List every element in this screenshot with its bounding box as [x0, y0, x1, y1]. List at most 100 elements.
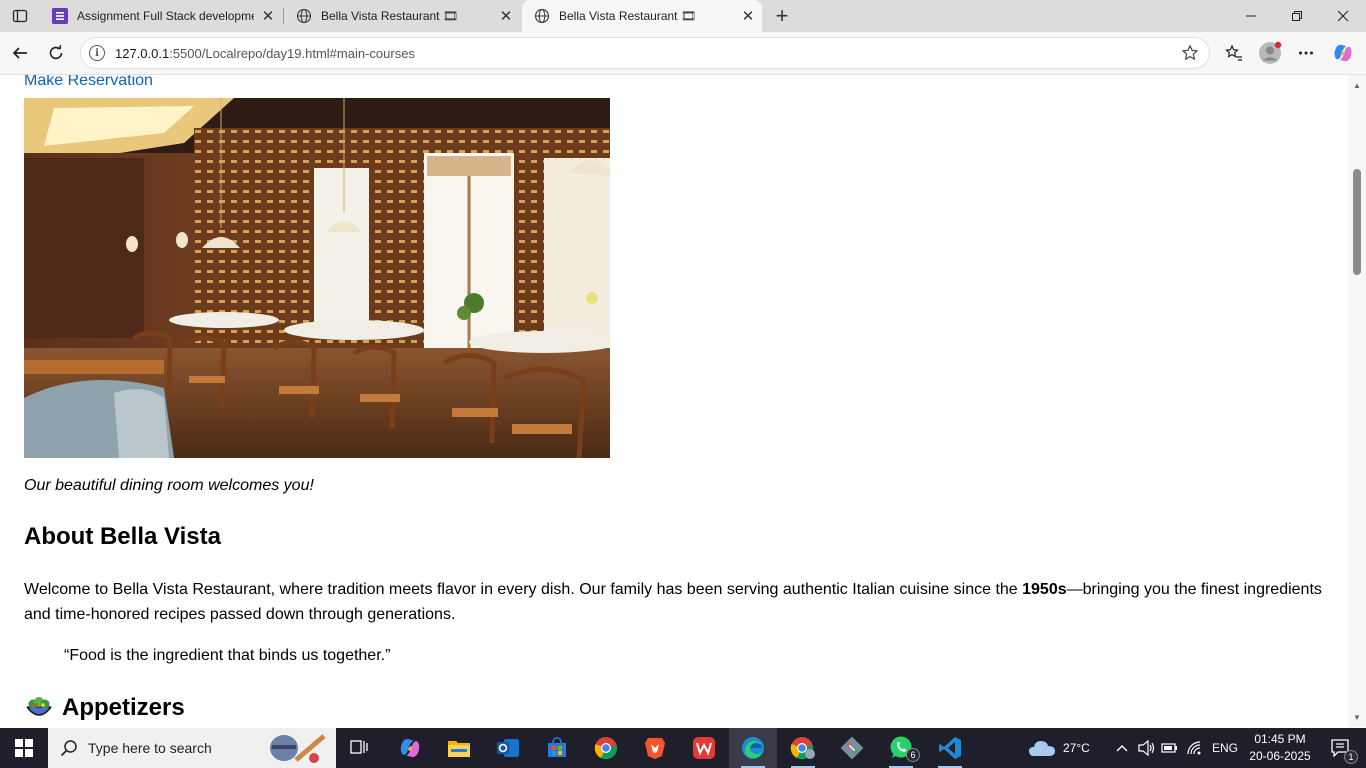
- language-indicator[interactable]: ENG: [1212, 728, 1238, 768]
- system-clock[interactable]: 01:45 PM 20-06-2025: [1244, 731, 1316, 765]
- brave-icon: [645, 738, 665, 759]
- taskbar-wps-office[interactable]: [680, 728, 728, 768]
- tab-actions-icon: [12, 9, 28, 23]
- browser-toolbar: i 127.0.0.1:5500/Localrepo/day19.html#ma…: [0, 32, 1366, 75]
- chevron-up-icon: [1116, 745, 1128, 752]
- favorite-star-icon[interactable]: [1181, 44, 1199, 62]
- tab-actions-button[interactable]: [0, 0, 40, 32]
- minimize-icon: [1246, 15, 1256, 17]
- address-bar[interactable]: i 127.0.0.1:5500/Localrepo/day19.html#ma…: [80, 37, 1210, 69]
- taskbar-brave[interactable]: [631, 728, 679, 768]
- cloud-icon: [1029, 741, 1055, 756]
- new-tab-button[interactable]: +: [768, 2, 796, 30]
- favorites-icon: [1225, 44, 1242, 61]
- founding-decade: 1950s: [1022, 581, 1067, 598]
- vertical-scrollbar[interactable]: ▲ ▼: [1348, 75, 1366, 727]
- close-icon: [1337, 10, 1349, 22]
- profile-button[interactable]: [1255, 38, 1285, 68]
- site-info-icon[interactable]: i: [89, 45, 105, 61]
- refresh-icon: [49, 45, 63, 60]
- battery-button[interactable]: [1161, 728, 1179, 768]
- wifi-icon: [1187, 741, 1201, 755]
- url-path: :5500/Localrepo/day19.html#main-courses: [169, 45, 415, 61]
- salad-icon: [26, 697, 52, 716]
- scroll-down-arrow-icon[interactable]: ▼: [1348, 710, 1366, 724]
- about-paragraph: Welcome to Bella Vista Restaurant, where…: [24, 577, 1329, 627]
- clock-date: 20-06-2025: [1249, 749, 1311, 763]
- taskbar-vscode[interactable]: [926, 728, 974, 768]
- make-reservation-link[interactable]: Make Reservation: [24, 75, 153, 90]
- minimize-button[interactable]: [1228, 0, 1274, 32]
- wps-office-icon: [693, 737, 715, 759]
- tab-bella-vista-active[interactable]: Bella Vista Restaurant 🎞 ✕: [522, 0, 762, 32]
- network-button[interactable]: [1186, 728, 1204, 768]
- tab-assignment[interactable]: Assignment Full Stack developme ✕: [40, 0, 282, 32]
- store-icon: [548, 737, 566, 757]
- notifications-button[interactable]: 1: [1316, 728, 1366, 768]
- tab-bella-vista-1[interactable]: Bella Vista Restaurant 🎞 ✕: [284, 0, 520, 32]
- language-label: ENG: [1212, 741, 1239, 755]
- taskbar-chrome-profile[interactable]: [779, 728, 827, 768]
- taskbar-chrome[interactable]: [582, 728, 630, 768]
- back-arrow-icon: [12, 47, 27, 59]
- taskbar-store[interactable]: [533, 728, 581, 768]
- appetizers-heading: Appetizers: [24, 693, 185, 723]
- about-text-start: Welcome to Bella Vista Restaurant, where…: [24, 581, 1023, 598]
- speaker-icon: [1138, 740, 1155, 756]
- restore-button[interactable]: [1274, 0, 1320, 32]
- start-button[interactable]: [0, 728, 48, 768]
- favorites-button[interactable]: [1219, 38, 1249, 68]
- back-button[interactable]: [5, 38, 35, 68]
- outlook-icon: [497, 739, 519, 757]
- chrome-profile-icon: [790, 737, 815, 760]
- clock-time: 01:45 PM: [1254, 732, 1306, 746]
- scroll-up-arrow-icon[interactable]: ▲: [1348, 78, 1366, 92]
- cricket-highlight-icon: [270, 734, 326, 763]
- copilot-button[interactable]: [1328, 38, 1358, 68]
- hidden-icons-button[interactable]: [1115, 728, 1129, 768]
- taskbar-file-explorer[interactable]: [435, 728, 483, 768]
- family-quote: “Food is the ingredient that binds us to…: [64, 647, 391, 664]
- chrome-icon: [594, 737, 617, 760]
- tab-strip: Assignment Full Stack developme ✕ Bella …: [0, 0, 1366, 32]
- avatar-icon: [1259, 41, 1282, 64]
- globe-icon: [296, 8, 312, 24]
- tab-close-button[interactable]: ✕: [492, 2, 520, 30]
- copilot-icon: [1334, 44, 1352, 62]
- folder-icon: [448, 741, 470, 757]
- taskbar-whatsapp[interactable]: 6: [877, 728, 925, 768]
- windows-logo-icon: [15, 739, 33, 757]
- task-view-button[interactable]: [336, 728, 384, 768]
- close-window-button[interactable]: [1320, 0, 1366, 32]
- scrollbar-thumb[interactable]: [1353, 169, 1361, 275]
- more-horizontal-icon: [1299, 51, 1313, 55]
- about-heading: About Bella Vista: [24, 523, 221, 550]
- volume-button[interactable]: [1138, 728, 1156, 768]
- taskbar-outlook[interactable]: [484, 728, 532, 768]
- refresh-button[interactable]: [41, 38, 71, 68]
- forms-icon: [52, 8, 68, 24]
- restore-icon: [1292, 11, 1302, 21]
- settings-menu-button[interactable]: [1291, 38, 1321, 68]
- search-icon: [60, 740, 77, 757]
- taskbar-git[interactable]: [828, 728, 876, 768]
- taskbar-edge[interactable]: [729, 728, 777, 768]
- search-placeholder: Type here to search: [88, 740, 212, 756]
- copilot-icon: [400, 739, 420, 757]
- taskbar: Type here to search 6 27°C ENG 01:45 PM …: [0, 728, 1366, 768]
- taskbar-search-box[interactable]: Type here to search: [48, 728, 336, 768]
- task-view-icon: [350, 740, 368, 754]
- taskbar-copilot[interactable]: [386, 728, 434, 768]
- weather-widget[interactable]: 27°C: [1028, 728, 1090, 768]
- tab-title: Bella Vista Restaurant 🎞: [559, 9, 697, 23]
- notification-count-badge: 1: [1344, 750, 1358, 764]
- globe-icon: [534, 8, 550, 24]
- dining-room-image: [24, 98, 610, 458]
- vscode-icon: [939, 737, 961, 759]
- tab-close-button[interactable]: ✕: [734, 2, 762, 30]
- whatsapp-unread-badge: 6: [906, 748, 920, 762]
- appetizers-title: Appetizers: [62, 694, 185, 721]
- tab-title: Bella Vista Restaurant 🎞: [321, 9, 459, 23]
- battery-icon: [1161, 743, 1177, 753]
- tab-close-button[interactable]: ✕: [254, 2, 282, 30]
